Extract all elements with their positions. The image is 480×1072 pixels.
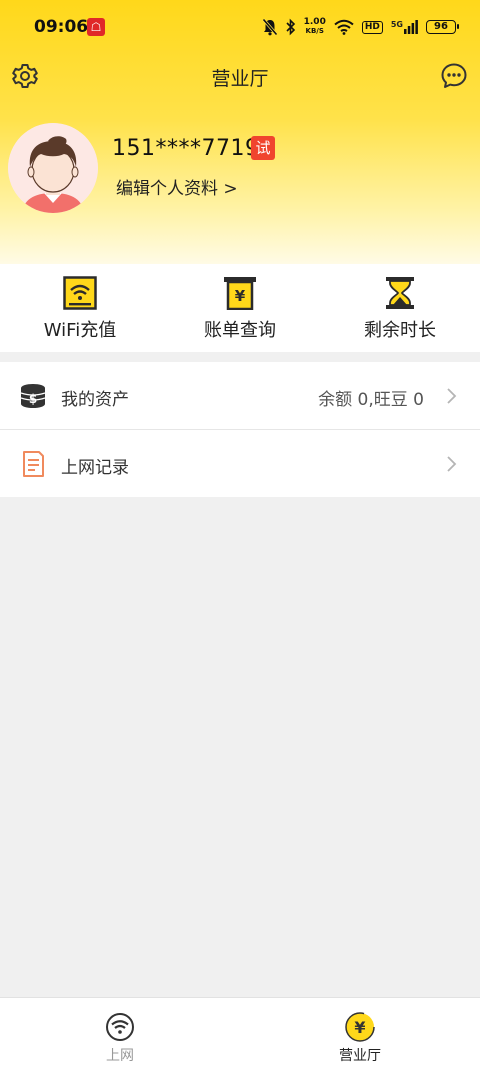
my-assets-row[interactable]: $ 我的资产 余额 0,旺豆 0 (0, 362, 480, 429)
status-time: 09:06 (34, 17, 89, 37)
cell-signal-icon (404, 20, 418, 34)
wifi-recharge-label: WiFi充值 (43, 320, 117, 341)
svg-text:$: $ (29, 392, 37, 406)
mute-bell-icon (261, 18, 278, 36)
trial-badge: 试 (251, 136, 275, 160)
tab-business-hall-label: 营业厅 (339, 1048, 381, 1064)
wifi-recharge-icon (63, 276, 97, 310)
browsing-history-label: 上网记录 (61, 458, 129, 478)
network-type: 5G (390, 20, 403, 29)
chat-bubble-icon[interactable] (440, 62, 468, 90)
document-icon (23, 451, 44, 477)
hourglass-icon (386, 277, 414, 309)
svg-text:¥: ¥ (235, 287, 246, 305)
chevron-right-icon (447, 388, 457, 404)
avatar[interactable] (8, 123, 98, 213)
bottom-tab-bar: 上网 ¥ 营业厅 (0, 997, 480, 1072)
wifi-icon (106, 1013, 134, 1041)
cell-signal: 5G (391, 20, 418, 34)
quick-actions: WiFi充值 ¥ 账单查询 剩余时长 (0, 264, 480, 352)
chevron-right-icon (447, 456, 457, 472)
svg-text:¥: ¥ (354, 1018, 365, 1037)
page-title: 营业厅 (211, 68, 269, 90)
status-bar: 09:06 ☖ 1.00 KB/S HD 5G 96 (0, 0, 480, 56)
bill-query-label: 账单查询 (204, 320, 276, 341)
bill-scroll-icon: ¥ (224, 277, 256, 310)
my-assets-value: 余额 0,旺豆 0 (318, 390, 424, 410)
bill-query-button[interactable]: ¥ 账单查询 (160, 264, 320, 352)
bluetooth-icon (286, 18, 295, 36)
status-icons: 1.00 KB/S HD 5G 96 (261, 14, 459, 40)
edit-profile-link[interactable]: 编辑个人资料 > (116, 174, 238, 199)
browsing-history-row[interactable]: 上网记录 (0, 429, 480, 497)
app-notification-icon: ☖ (87, 18, 105, 36)
wifi-signal-icon (334, 19, 354, 35)
yen-coin-icon: ¥ (345, 1012, 375, 1042)
wifi-recharge-button[interactable]: WiFi充值 (0, 264, 160, 352)
tab-internet-label: 上网 (106, 1048, 134, 1064)
my-assets-label: 我的资产 (61, 390, 129, 410)
remaining-time-label: 剩余时长 (364, 320, 436, 341)
remaining-time-button[interactable]: 剩余时长 (320, 264, 480, 352)
coins-icon: $ (20, 384, 46, 408)
network-speed-value: 1.00 (303, 17, 326, 27)
tab-internet[interactable]: 上网 (0, 998, 240, 1072)
network-speed: 1.00 KB/S (304, 18, 326, 36)
network-speed-unit: KB/S (305, 27, 324, 35)
hd-voice-icon: HD (361, 20, 383, 34)
account-list: $ 我的资产 余额 0,旺豆 0 上网记录 (0, 362, 480, 497)
tab-business-hall[interactable]: ¥ 营业厅 (240, 998, 480, 1072)
avatar-illustration (8, 123, 98, 213)
title-bar: 营业厅 (0, 56, 480, 96)
battery-icon: 96 (426, 20, 459, 34)
user-phone: 151****7719 (112, 136, 260, 161)
